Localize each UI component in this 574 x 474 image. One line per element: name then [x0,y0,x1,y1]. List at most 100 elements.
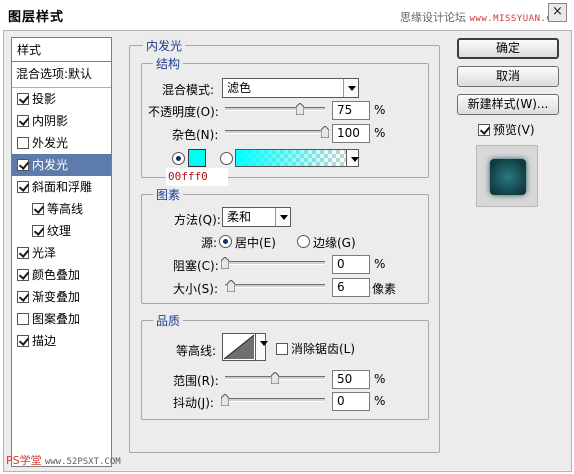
sidebar-item[interactable]: 光泽 [12,242,111,264]
sidebar-item[interactable]: 颜色叠加 [12,264,111,286]
sidebar-item[interactable]: 外发光 [12,132,111,154]
gradient-picker[interactable] [235,149,347,167]
close-button[interactable]: × [548,3,567,22]
sidebar-item[interactable]: 纹理 [12,220,111,242]
preview-label[interactable]: 预览(V) [493,123,535,137]
sidebar-item[interactable]: 内阴影 [12,110,111,132]
choke-unit: % [374,257,386,271]
technique-dropdown[interactable]: 柔和 [222,207,291,227]
size-slider[interactable] [225,284,325,288]
sidebar-item-checkbox[interactable] [17,291,29,303]
sidebar-item-checkbox[interactable] [17,159,29,171]
contour-dropdown-button[interactable] [255,333,268,361]
new-style-button[interactable]: 新建样式(W)... [457,94,559,115]
chevron-down-icon [343,79,358,97]
sidebar-item[interactable]: 内发光 [12,154,111,176]
sidebar-item[interactable]: 斜面和浮雕 [12,176,111,198]
title-bar: 图层样式 思缘设计论坛 www.MISSYUAN.COM × [0,0,574,30]
source-edge-label[interactable]: 边缘(G) [313,234,356,251]
sidebar-item-label: 图案叠加 [32,312,81,326]
sidebar-item-checkbox[interactable] [17,313,29,325]
sidebar-item-label: 纹理 [47,224,72,238]
jitter-input[interactable]: 0 [332,392,370,411]
sidebar-item[interactable]: 渐变叠加 [12,286,111,308]
technique-label: 方法(Q): [174,213,221,227]
sidebar-item[interactable]: 图案叠加 [12,308,111,330]
contour-picker[interactable] [222,333,256,361]
blend-mode-value: 滤色 [227,81,252,95]
choke-input[interactable]: 0 [332,255,370,274]
sidebar-item-label: 等高线 [47,202,84,216]
source-label: 源: [201,236,218,250]
jitter-slider-thumb[interactable] [221,394,229,406]
sidebar-item-label: 内阴影 [32,114,69,128]
choke-slider[interactable] [225,261,325,265]
jitter-slider[interactable] [225,398,325,402]
sidebar-item-checkbox[interactable] [17,137,29,149]
jitter-label: 抖动(J): [173,396,214,410]
sidebar-item-label: 光泽 [32,246,57,260]
contour-curve-icon [223,334,255,360]
opacity-label: 不透明度(O): [148,105,219,119]
sidebar-item-label: 描边 [32,334,57,348]
solid-color-radio[interactable] [172,152,185,165]
gradient-radio[interactable] [220,152,233,165]
blend-mode-dropdown[interactable]: 滤色 [222,78,359,98]
sidebar-item-checkbox[interactable] [17,247,29,259]
blend-options-item[interactable]: 混合选项:默认 [12,62,111,88]
choke-slider-thumb[interactable] [221,257,229,269]
anti-alias-box[interactable] [276,343,288,355]
noise-slider[interactable] [225,130,325,134]
sidebar-item[interactable]: 等高线 [12,198,111,220]
sidebar-item[interactable]: 投影 [12,88,111,110]
color-hex-label: 00fff0 [166,168,228,186]
anti-alias-checkbox[interactable]: 消除锯齿(L) [276,340,355,357]
cancel-button[interactable]: 取消 [457,66,559,87]
size-slider-thumb[interactable] [227,280,235,292]
jitter-unit: % [374,394,386,408]
sidebar-item-checkbox[interactable] [17,335,29,347]
sidebar-item-label: 渐变叠加 [32,290,81,304]
size-input[interactable]: 6 [332,278,370,297]
sidebar-item-checkbox[interactable] [17,181,29,193]
watermark-cn: 思缘设计论坛 [400,11,466,24]
structure-title: 结构 [153,55,184,72]
noise-input[interactable]: 100 [332,124,370,143]
chevron-down-icon [275,208,290,226]
sidebar-item-checkbox[interactable] [32,203,44,215]
range-input[interactable]: 50 [332,370,370,389]
styles-header[interactable]: 样式 [12,38,111,62]
preview-checkbox[interactable]: 预览(V) [478,121,535,138]
opacity-unit: % [374,103,386,117]
sidebar-item-label: 斜面和浮雕 [32,180,93,194]
sidebar-item-checkbox[interactable] [17,93,29,105]
source-center-radio[interactable] [219,235,232,248]
preview-box[interactable] [478,124,490,136]
range-label: 范围(R): [173,374,219,388]
noise-label: 杂色(N): [172,128,219,142]
sidebar-item-checkbox[interactable] [17,115,29,127]
noise-slider-thumb[interactable] [321,126,329,138]
anti-alias-label[interactable]: 消除锯齿(L) [291,342,355,356]
opacity-slider[interactable] [225,107,325,111]
contour-label: 等高线: [176,344,217,358]
size-label: 大小(S): [173,282,219,296]
quality-title: 品质 [153,312,184,329]
sidebar-item-checkbox[interactable] [32,225,44,237]
chevron-down-icon [256,334,268,360]
range-slider-thumb[interactable] [271,372,279,384]
source-center-label[interactable]: 居中(E) [235,234,276,251]
gradient-dropdown-button[interactable] [346,149,359,167]
inner-glow-title: 内发光 [143,37,186,54]
opacity-input[interactable]: 75 [332,101,370,120]
opacity-slider-thumb[interactable] [296,103,304,115]
elements-title: 图素 [153,186,184,203]
footer-brand: PS学堂 [6,454,42,467]
source-edge-radio[interactable] [297,235,310,248]
glow-color-swatch[interactable] [188,149,206,167]
sidebar-item-checkbox[interactable] [17,269,29,281]
sidebar-item-label: 颜色叠加 [32,268,81,282]
ok-button[interactable]: 确定 [457,38,559,59]
sidebar-item[interactable]: 描边 [12,330,111,352]
technique-value: 柔和 [227,210,252,224]
